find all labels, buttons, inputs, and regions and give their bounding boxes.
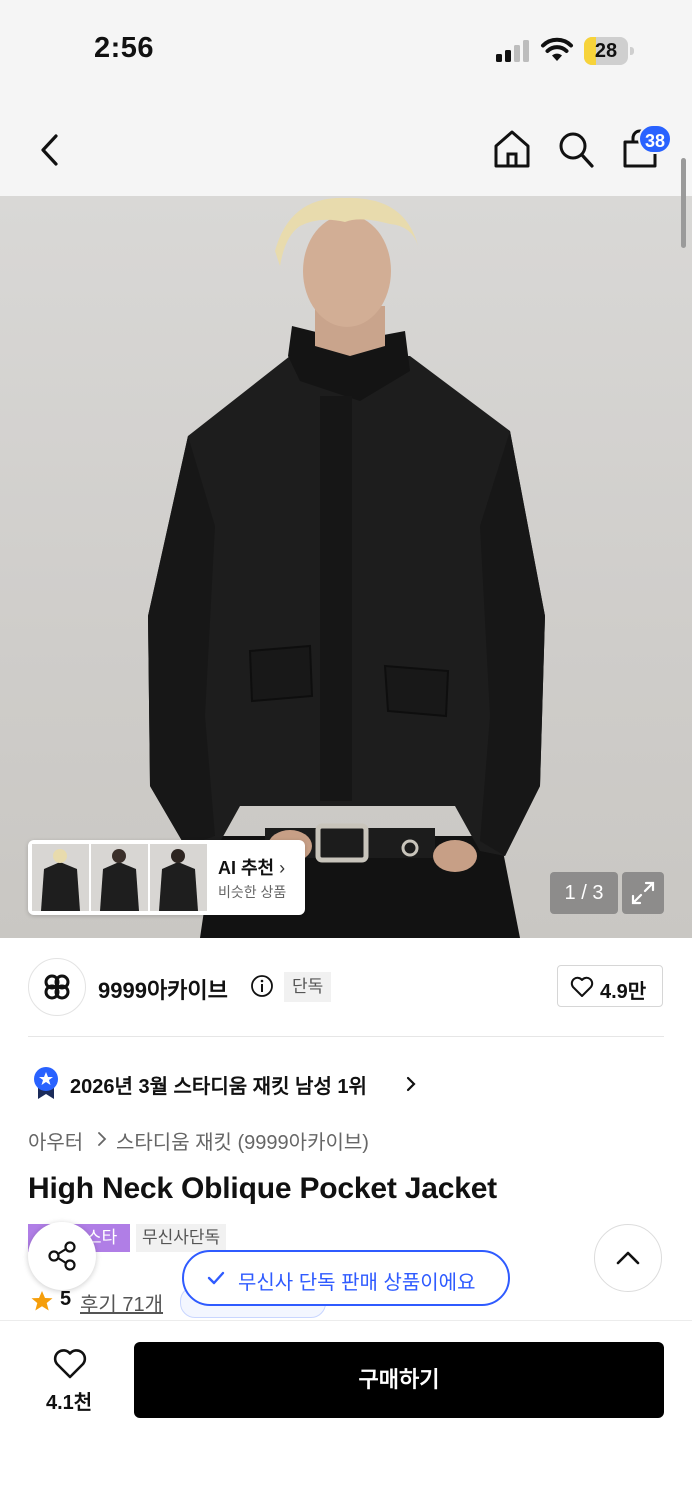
buy-button[interactable]: 구매하기 (134, 1342, 664, 1418)
breadcrumb-subcategory[interactable]: 스타디움 재킷 (9999아카이브) (116, 1126, 369, 1155)
brand-logo-icon (44, 974, 70, 1000)
thumbnail-1[interactable] (32, 844, 89, 911)
top-nav (0, 100, 692, 196)
divider (28, 1036, 664, 1037)
brand-logo[interactable] (28, 958, 86, 1016)
cellular-signal-icon (496, 40, 529, 62)
reviews-link[interactable]: 후기 71개 (80, 1288, 163, 1317)
product-title: High Neck Oblique Pocket Jacket (28, 1172, 497, 1205)
battery-indicator: 28 (584, 37, 636, 65)
heart-icon[interactable] (52, 1348, 88, 1380)
wifi-icon (541, 37, 573, 61)
product-image[interactable] (0, 196, 692, 938)
musinsa-exclusive-badge: 무신사단독 (136, 1224, 227, 1252)
cart-count-badge: 38 (638, 124, 672, 154)
exclusive-tag: 단독 (284, 972, 332, 1002)
ranking-medal-icon (34, 1067, 58, 1099)
thumbnail-2[interactable] (91, 844, 148, 911)
toast-text: 무신사 단독 판매 상품이에요 (238, 1272, 476, 1294)
status-bar: 2:56 28 (0, 0, 692, 100)
search-icon[interactable] (556, 128, 596, 170)
breadcrumb-chevron-icon (98, 1132, 107, 1146)
brand-like-button[interactable]: 4.9만 (557, 965, 663, 1007)
favorite-count: 4.1천 (46, 1392, 93, 1414)
ranking-link[interactable]: 2026년 3월 스타디움 재킷 남성 1위 (70, 1070, 367, 1099)
status-time: 2:56 (94, 32, 155, 64)
scroll-top-button[interactable] (594, 1224, 662, 1292)
brand-like-count: 4.9만 (600, 981, 647, 1003)
exclusive-toast: 무신사 단독 판매 상품이에요 (182, 1250, 510, 1306)
expand-icon (631, 881, 655, 905)
ai-recommend-card[interactable]: AI 추천 › 비슷한 상품 (28, 840, 305, 915)
model-photo (148, 197, 545, 938)
chevron-up-icon (616, 1251, 640, 1265)
home-icon[interactable] (492, 128, 532, 170)
brand-name[interactable]: 9999아카이브 (98, 973, 228, 1005)
expand-button[interactable] (622, 872, 664, 914)
star-icon (31, 1291, 53, 1311)
thumbnail-3[interactable] (150, 844, 207, 911)
chevron-right-icon (406, 1076, 416, 1092)
ai-recommend-sublabel: 비슷한 상품 (218, 884, 287, 900)
breadcrumb-category[interactable]: 아우터 (28, 1126, 83, 1155)
heart-icon (570, 976, 594, 997)
image-page-indicator: 1 / 3 (550, 872, 618, 914)
back-icon[interactable] (32, 130, 68, 170)
ai-recommend-label: AI 추천 › (218, 858, 286, 878)
info-icon[interactable] (250, 974, 274, 998)
share-button[interactable] (28, 1222, 96, 1290)
share-icon (48, 1241, 76, 1271)
battery-level: 28 (594, 40, 618, 62)
check-icon (207, 1271, 225, 1285)
rating-value: 5 (60, 1288, 72, 1310)
scrollbar[interactable] (681, 158, 686, 248)
